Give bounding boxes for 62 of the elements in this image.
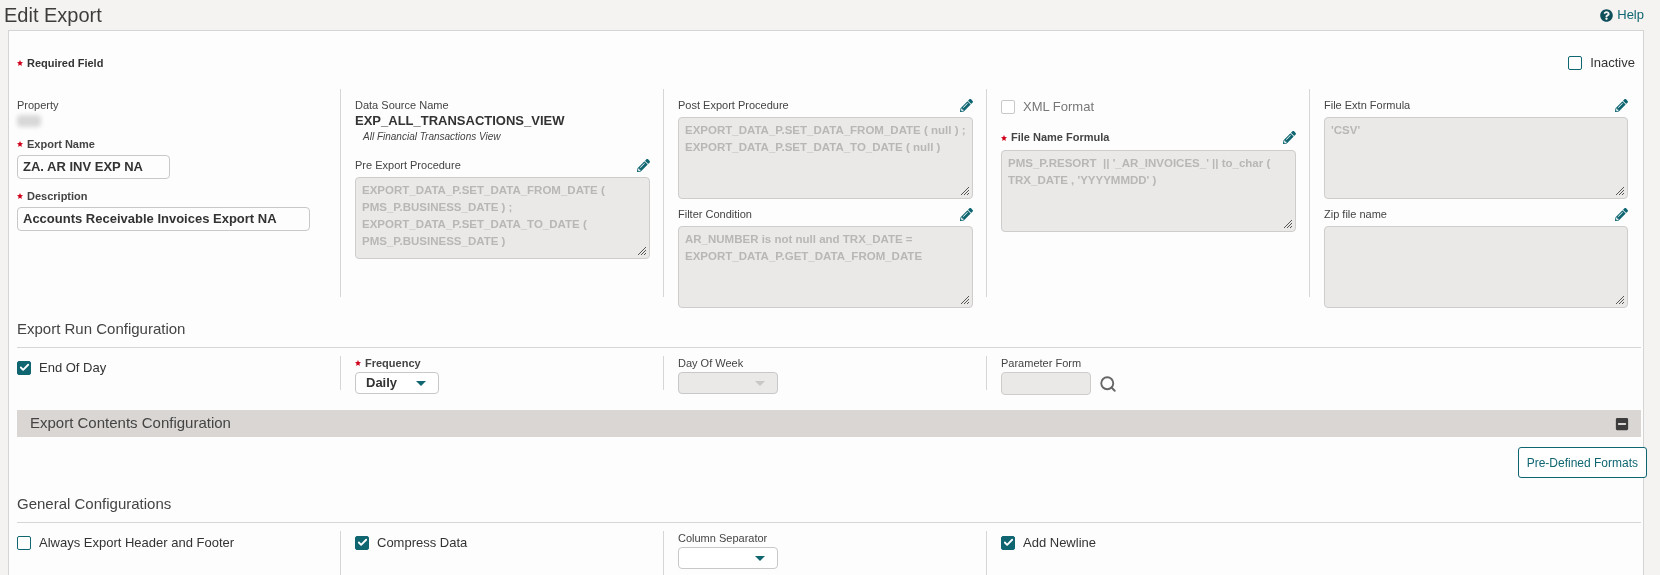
field-label: Pre Export Procedure: [355, 157, 461, 173]
field-label: Parameter Form: [1001, 355, 1082, 371]
resize-grip-icon[interactable]: [637, 246, 647, 256]
field-label: File Extn Formula: [1324, 97, 1411, 113]
dropdown[interactable]: Daily: [355, 372, 439, 394]
field-label: Export Name: [27, 136, 95, 152]
field-note: All Financial Transactions View: [363, 130, 502, 144]
required-star: [17, 58, 23, 68]
checkbox-label: Add Newline: [1023, 534, 1096, 552]
section-heading: General Configurations: [17, 495, 172, 512]
required-star: [17, 191, 23, 201]
pencil-icon[interactable]: [960, 207, 973, 221]
search-icon[interactable]: [1099, 374, 1117, 393]
caret-icon: [755, 380, 765, 386]
help-icon: [1600, 8, 1614, 22]
resize-grip-icon[interactable]: [960, 295, 970, 305]
section-heading: Export Run Configuration: [17, 320, 186, 337]
pencil-icon[interactable]: [1615, 207, 1628, 221]
field-label: Data Source Name: [355, 97, 449, 113]
checkbox-label: Always Export Header and Footer: [39, 534, 235, 552]
pencil-icon[interactable]: [1615, 98, 1628, 112]
pencil-icon[interactable]: [637, 158, 650, 172]
resize-grip-icon[interactable]: [1615, 295, 1625, 305]
text-field[interactable]: [1001, 372, 1091, 395]
field-label: Zip file name: [1324, 206, 1387, 222]
caret-icon: [755, 555, 765, 561]
field-label: Post Export Procedure: [678, 97, 789, 113]
pre-defined-formats-button[interactable]: Pre-Defined Formats: [1517, 447, 1647, 478]
field-label: File Name Formula: [1011, 130, 1110, 146]
field-label: Description: [27, 188, 88, 204]
resize-grip-icon[interactable]: [1283, 218, 1293, 229]
pencil-icon[interactable]: [960, 98, 973, 112]
field-label: Frequency: [365, 355, 421, 371]
required-star: [355, 358, 361, 368]
help-link[interactable]: Help: [1600, 5, 1644, 25]
field-label: Column Separator: [678, 530, 768, 546]
text-field[interactable]: Accounts Receivable Invoices Export NA: [17, 207, 310, 231]
page-title: Edit Export: [4, 3, 102, 28]
field-value: EXP_ALL_TRANSACTIONS_VIEW: [355, 113, 566, 129]
checkbox-label: Compress Data: [377, 534, 468, 552]
checkbox[interactable]: [17, 360, 31, 375]
checkbox[interactable]: [1001, 535, 1015, 550]
textarea-field[interactable]: [1324, 226, 1628, 308]
blurred-value: [17, 115, 41, 127]
collapse-icon[interactable]: [1615, 416, 1629, 431]
checkbox-label: End Of Day: [39, 359, 107, 377]
text-field[interactable]: ZA. AR INV EXP NA: [17, 155, 170, 179]
field-label: Day Of Week: [678, 355, 744, 371]
resize-grip-icon[interactable]: [1615, 186, 1625, 196]
pencil-icon[interactable]: [1283, 131, 1296, 144]
checkbox-label: Inactive: [1590, 54, 1635, 73]
checkbox-label: XML Format: [1023, 98, 1095, 116]
section-bar[interactable]: Export Contents Configuration: [17, 410, 1641, 437]
required-note: Required Field: [27, 55, 104, 71]
checkbox[interactable]: [17, 535, 31, 550]
required-star: [17, 139, 23, 149]
caret-icon: [416, 380, 426, 386]
checkbox[interactable]: [355, 535, 369, 550]
checkbox[interactable]: [1568, 56, 1583, 70]
field-label: Filter Condition: [678, 206, 752, 222]
field-label: Property: [17, 97, 59, 113]
resize-grip-icon[interactable]: [960, 186, 970, 196]
